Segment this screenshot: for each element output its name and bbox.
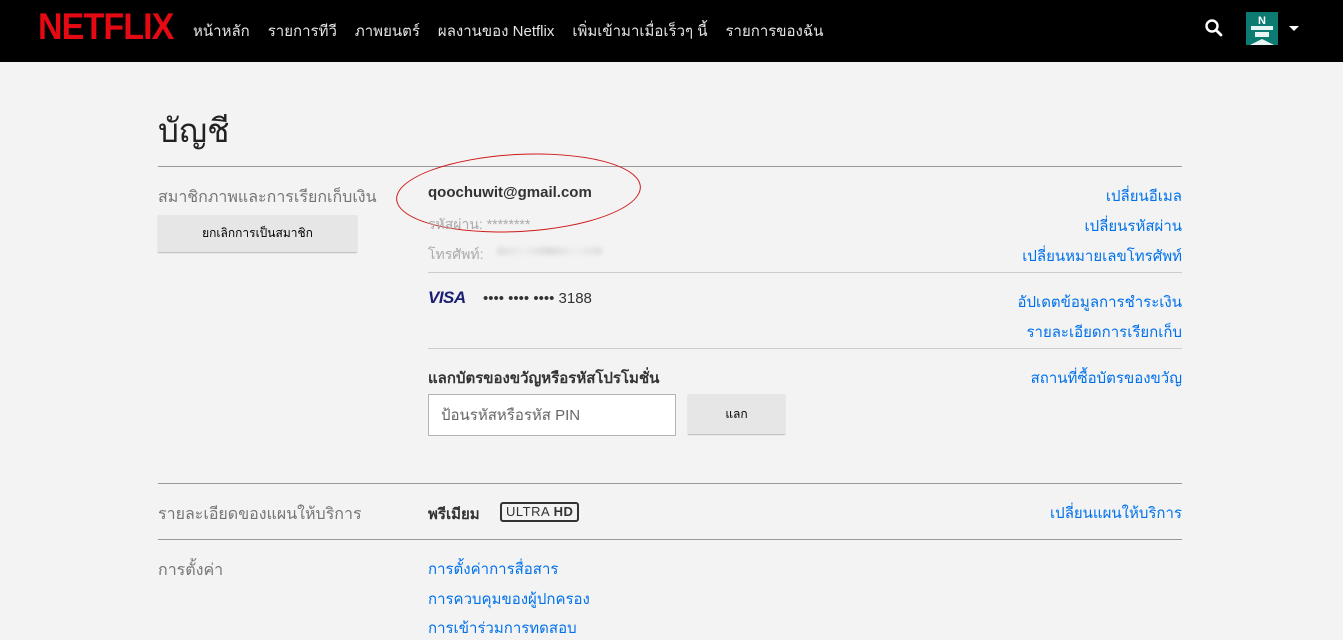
settings-communication-link[interactable]: การตั้งค่าการสื่อสาร bbox=[428, 557, 558, 581]
redacted-phone-number bbox=[497, 247, 602, 255]
visa-logo-icon: VISA bbox=[428, 288, 466, 307]
change-email-link[interactable]: เปลี่ยนอีเมล bbox=[1106, 184, 1182, 208]
gift-code-input[interactable] bbox=[428, 394, 676, 436]
avatar-face-icon: N bbox=[1246, 12, 1278, 45]
divider-gift bbox=[428, 348, 1182, 349]
profile-avatar[interactable]: N bbox=[1246, 12, 1278, 45]
change-password-link[interactable]: เปลี่ยนรหัสผ่าน bbox=[1085, 214, 1182, 238]
redeem-button[interactable]: แลก bbox=[688, 394, 785, 434]
phone-label: โทรศัพท์: bbox=[428, 246, 484, 262]
divider-payment bbox=[428, 272, 1182, 273]
card-masked-number: •••• •••• •••• 3188 bbox=[483, 290, 592, 307]
nav-my-list[interactable]: รายการของฉัน bbox=[725, 19, 823, 43]
title-divider bbox=[158, 166, 1182, 167]
nav-home[interactable]: หน้าหลัก bbox=[193, 19, 250, 43]
profile-dropdown-caret-icon[interactable] bbox=[1289, 26, 1299, 31]
nav-tv-shows[interactable]: รายการทีวี bbox=[268, 19, 337, 43]
nav-originals[interactable]: ผลงานของ Netflix bbox=[438, 19, 554, 43]
plan-details-label: รายละเอียดของแผนให้บริการ bbox=[158, 506, 362, 523]
change-plan-link[interactable]: เปลี่ยนแผนให้บริการ bbox=[1050, 501, 1182, 525]
plan-name: พรีเมียม bbox=[428, 506, 480, 523]
change-phone-link[interactable]: เปลี่ยนหมายเลขโทรศัพท์ bbox=[1022, 244, 1182, 268]
settings-test-participation-link[interactable]: การเข้าร่วมการทดสอบ bbox=[428, 616, 577, 640]
account-email: qoochuwit@gmail.com bbox=[428, 184, 592, 201]
top-navigation-bar: NETFLIX หน้าหลัก รายการทีวี ภาพยนตร์ ผลง… bbox=[0, 0, 1343, 62]
avatar-letter: N bbox=[1258, 15, 1266, 27]
gift-card-heading: แลกบัตรของขวัญหรือรหัสโปรโมชั่น bbox=[428, 370, 660, 387]
password-masked: รหัสผ่าน: ******** bbox=[428, 216, 531, 232]
nav-recently-added[interactable]: เพิ่มเข้ามาเมื่อเร็วๆ นี้ bbox=[572, 19, 707, 43]
search-icon[interactable] bbox=[1204, 18, 1224, 38]
billing-details-link[interactable]: รายละเอียดการเรียกเก็บ bbox=[1026, 320, 1182, 344]
nav-movies[interactable]: ภาพยนตร์ bbox=[355, 19, 420, 43]
main-nav: หน้าหลัก รายการทีวี ภาพยนตร์ ผลงานของ Ne… bbox=[193, 19, 841, 43]
divider-plan bbox=[158, 483, 1182, 484]
update-payment-link[interactable]: อัปเดตข้อมูลการชำระเงิน bbox=[1018, 290, 1182, 314]
badge-hd-text: HD bbox=[553, 504, 574, 519]
page-title: บัญชี bbox=[158, 112, 230, 149]
settings-label: การตั้งค่า bbox=[158, 562, 224, 579]
gift-card-where-to-buy-link[interactable]: สถานที่ซื้อบัตรของขวัญ bbox=[1031, 366, 1182, 390]
badge-ultra-text: ULTRA bbox=[506, 504, 550, 519]
membership-billing-label: สมาชิกภาพและการเรียกเก็บเงิน bbox=[158, 189, 377, 206]
divider-settings bbox=[158, 539, 1182, 540]
cancel-membership-button[interactable]: ยกเลิกการเป็นสมาชิก bbox=[158, 215, 357, 252]
settings-parental-controls-link[interactable]: การควบคุมของผู้ปกครอง bbox=[428, 587, 590, 611]
ultra-hd-badge: ULTRA HD bbox=[500, 502, 580, 522]
netflix-logo[interactable]: NETFLIX bbox=[38, 6, 174, 48]
